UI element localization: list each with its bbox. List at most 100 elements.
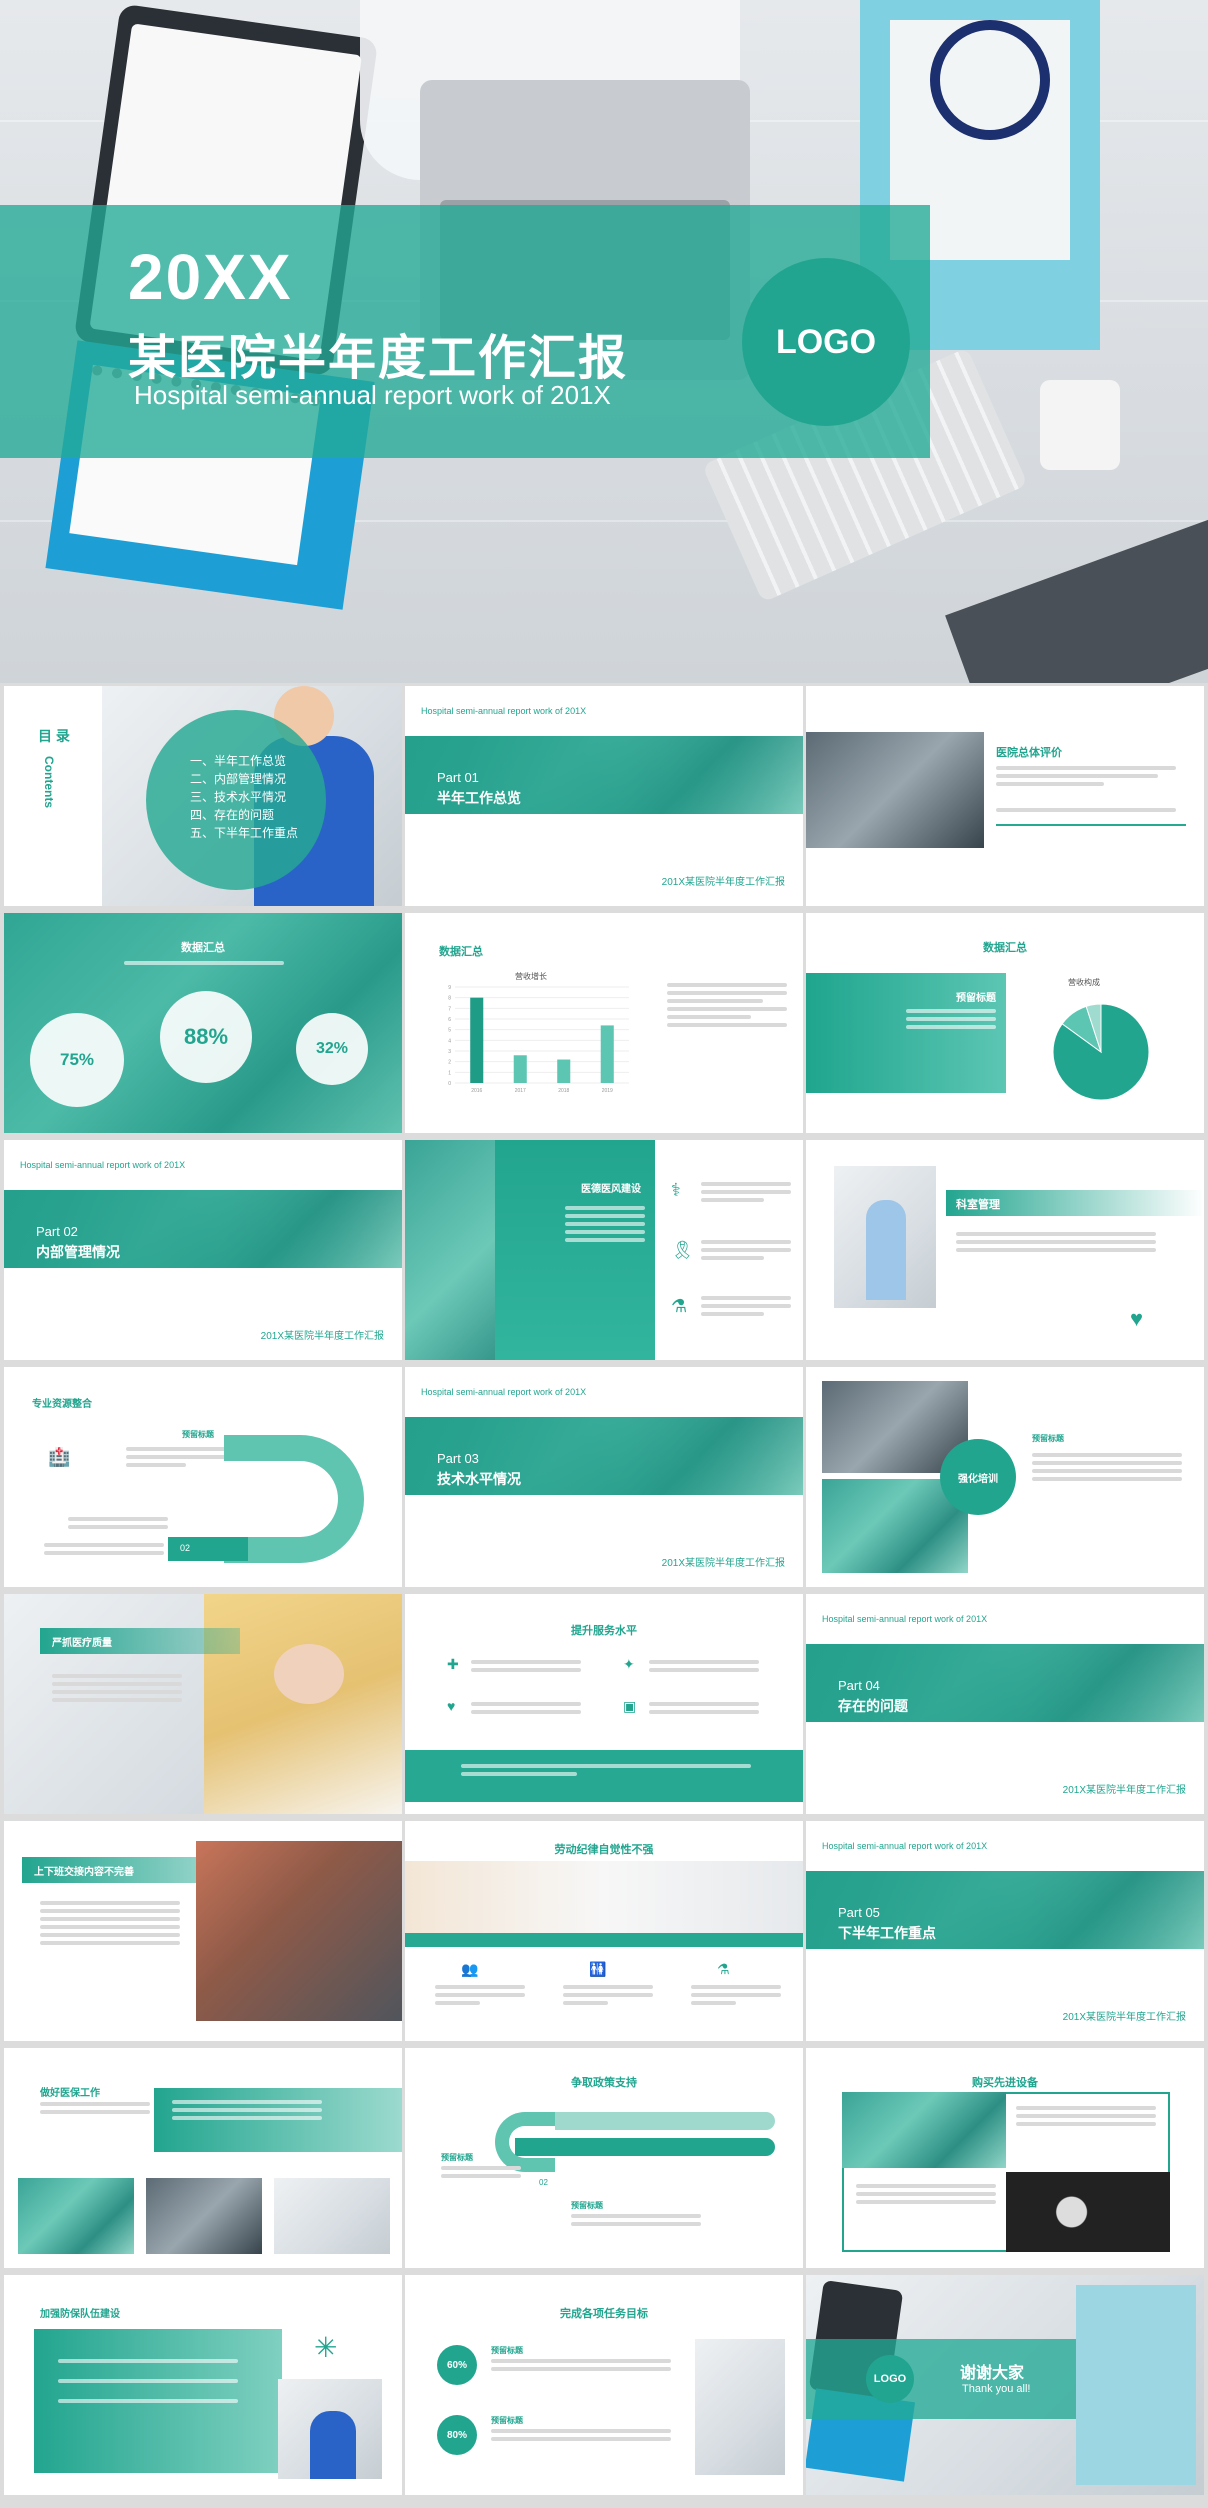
contents-item-3[interactable]: 三、技术水平情况 bbox=[190, 788, 298, 806]
part-title: 下半年工作重点 bbox=[838, 1925, 936, 1941]
medical-star-icon: ✳ bbox=[314, 2332, 338, 2363]
reserved-title: 预留标题 bbox=[1032, 1434, 1064, 1443]
reserved-title-2: 预留标题 bbox=[571, 2201, 603, 2210]
presentation-preview: 20XX 某医院半年度工作汇报 Hospital semi-annual rep… bbox=[0, 0, 1208, 2508]
slide-title: 专业资源整合 bbox=[32, 1399, 92, 1410]
slide-team-building[interactable]: 加强防保队伍建设 ✳ bbox=[4, 2275, 402, 2495]
x-tick-label: 2016 bbox=[471, 1088, 482, 1094]
y-tick-label: 1 bbox=[448, 1070, 451, 1076]
part-title: 技术水平情况 bbox=[437, 1471, 521, 1487]
slide-part-01[interactable]: Hospital semi-annual report work of 201X… bbox=[405, 686, 803, 906]
lamp-photo bbox=[1006, 2172, 1170, 2252]
bar bbox=[470, 997, 484, 1083]
slide-header-text: Hospital semi-annual report work of 201X bbox=[20, 1160, 186, 1170]
slide-part-03[interactable]: Hospital semi-annual report work of 201X… bbox=[405, 1367, 803, 1587]
kit-icon: ▣ bbox=[623, 1698, 637, 1714]
contents-item-4[interactable]: 四、存在的问题 bbox=[190, 806, 298, 824]
contents-item-5[interactable]: 五、下半年工作重点 bbox=[190, 824, 298, 842]
slide-goals[interactable]: 完成各项任务目标 60% 80% 预留标题 预留标题 bbox=[405, 2275, 803, 2495]
y-tick-label: 3 bbox=[448, 1049, 451, 1055]
puzzle-icon: ✦ bbox=[623, 1656, 635, 1672]
slide-resource-integration[interactable]: 专业资源整合 🏥 预留标题 01 02 bbox=[4, 1367, 402, 1587]
slide-footer: 201X某医院半年度工作汇报 bbox=[1062, 1785, 1186, 1796]
percent-circle-3: 32% bbox=[296, 1013, 368, 1085]
stethoscope-image bbox=[930, 20, 1050, 140]
cover-slide: 20XX 某医院半年度工作汇报 Hospital semi-annual rep… bbox=[0, 0, 1208, 683]
pen-cup-image bbox=[1040, 380, 1120, 470]
slide-discipline[interactable]: 劳动纪律自觉性不强 👥 🚻 ⚗ bbox=[405, 1821, 803, 2041]
slide-footer: 201X某医院半年度工作汇报 bbox=[260, 1331, 384, 1342]
y-tick-label: 2 bbox=[448, 1060, 451, 1066]
part-number: Part 03 bbox=[437, 1451, 479, 1466]
slide-thanks[interactable]: LOGO 谢谢大家 Thank you all! bbox=[806, 2275, 1204, 2495]
microscope-icon: ⚗ bbox=[671, 1296, 688, 1316]
slide-footer: 201X某医院半年度工作汇报 bbox=[661, 1558, 785, 1569]
slide-part-02[interactable]: Hospital semi-annual report work of 201X… bbox=[4, 1140, 402, 1360]
slide-service[interactable]: 提升服务水平 ✚ ✦ ♥ ▣ bbox=[405, 1594, 803, 1814]
cover-year: 20XX bbox=[128, 241, 293, 313]
part-title: 半年工作总览 bbox=[437, 790, 521, 806]
ward-photo bbox=[146, 2178, 262, 2254]
slide-title: 科室管理 bbox=[956, 1199, 1000, 1211]
heart-icon: ♥ bbox=[1130, 1306, 1144, 1331]
y-tick-label: 0 bbox=[448, 1081, 451, 1087]
microscope-icon: ⚗ bbox=[717, 1961, 730, 1977]
slide-title: 完成各项任务目标 bbox=[560, 2308, 648, 2320]
y-tick-label: 6 bbox=[448, 1017, 451, 1023]
training-circle: 强化培训 bbox=[940, 1439, 1016, 1515]
slide-title: 医院总体评价 bbox=[996, 747, 1062, 759]
slide-footer: 201X某医院半年度工作汇报 bbox=[661, 877, 785, 888]
pie-title: 营收构成 bbox=[1068, 978, 1100, 987]
monitor-image bbox=[945, 512, 1208, 683]
part-title: 存在的问题 bbox=[838, 1698, 908, 1714]
slide-evaluation[interactable]: 医院总体评价 bbox=[806, 686, 1204, 906]
contents-item-2[interactable]: 二、内部管理情况 bbox=[190, 770, 298, 788]
contents-title-en: Contents bbox=[42, 756, 56, 808]
slide-training[interactable]: 强化培训 预留标题 bbox=[806, 1367, 1204, 1587]
wheelchair-photo bbox=[196, 1841, 402, 2021]
heart-icon: ♥ bbox=[447, 1698, 456, 1714]
slide-part-04[interactable]: Hospital semi-annual report work of 201X… bbox=[806, 1594, 1204, 1814]
slide-policy[interactable]: 争取政策支持 01 02 预留标题 预留标题 bbox=[405, 2048, 803, 2268]
slide-title: 劳动纪律自觉性不强 bbox=[554, 1844, 654, 1856]
slide-summary-pie[interactable]: 数据汇总 预留标题 营收构成 bbox=[806, 913, 1204, 1133]
slide-equipment[interactable]: 购买先进设备 bbox=[806, 2048, 1204, 2268]
bar bbox=[557, 1059, 571, 1083]
part-number: Part 04 bbox=[838, 1678, 880, 1693]
slide-handover[interactable]: 上下班交接内容不完善 bbox=[4, 1821, 402, 2041]
slide-footer: 201X某医院半年度工作汇报 bbox=[1062, 2012, 1186, 2023]
pie-chart bbox=[1052, 1003, 1150, 1101]
y-tick-label: 7 bbox=[448, 1006, 451, 1012]
x-tick-label: 2019 bbox=[602, 1088, 613, 1094]
slide-summary-percent[interactable]: 数据汇总 75% 88% 32% bbox=[4, 913, 402, 1133]
step-1: 01 bbox=[525, 2144, 534, 2153]
slide-title: 严抓医疗质量 bbox=[52, 1638, 112, 1649]
slide-contents[interactable]: 目 录 Contents 一、半年工作总览 二、内部管理情况 三、技术水平情况 … bbox=[4, 686, 402, 906]
contents-item-1[interactable]: 一、半年工作总览 bbox=[190, 752, 298, 770]
part-number: Part 02 bbox=[36, 1224, 78, 1239]
slide-medical-ethics[interactable]: 医德医风建设 ⚕ 🎗 ⚗ bbox=[405, 1140, 803, 1360]
people-icon: 🚻 bbox=[589, 1961, 607, 1977]
equipment-photo bbox=[806, 732, 984, 848]
goal-circle-1: 60% bbox=[437, 2345, 477, 2385]
slide-header-text: Hospital semi-annual report work of 201X bbox=[421, 706, 587, 716]
scanner-photo bbox=[274, 2178, 390, 2254]
y-tick-label: 9 bbox=[448, 985, 451, 991]
slide-insurance[interactable]: 做好医保工作 bbox=[4, 2048, 402, 2268]
bar bbox=[600, 1025, 614, 1083]
researcher-photo bbox=[204, 1594, 402, 1814]
medkit-icon: ✚ bbox=[447, 1656, 459, 1672]
percent-circle-2: 88% bbox=[160, 991, 252, 1083]
team-icon: 👥 bbox=[461, 1961, 479, 1977]
cover-logo: LOGO bbox=[742, 258, 910, 426]
y-tick-label: 8 bbox=[448, 996, 451, 1002]
slide-summary-bar[interactable]: 数据汇总 营收增长 0 1 2 3 4 5 6 7 8 9 2016 2017 2018 2019 bbox=[405, 913, 803, 1133]
slide-title: 加强防保队伍建设 bbox=[40, 2309, 120, 2320]
surgery-photo bbox=[18, 2178, 134, 2254]
slide-quality[interactable]: 严抓医疗质量 bbox=[4, 1594, 402, 1814]
y-tick-label: 5 bbox=[448, 1028, 451, 1034]
slide-dept-management[interactable]: 科室管理 ♥ bbox=[806, 1140, 1204, 1360]
slide-part-05[interactable]: Hospital semi-annual report work of 201X… bbox=[806, 1821, 1204, 2041]
percent-circle-1: 75% bbox=[30, 1013, 124, 1107]
reserved-title-1: 预留标题 bbox=[491, 2346, 523, 2355]
